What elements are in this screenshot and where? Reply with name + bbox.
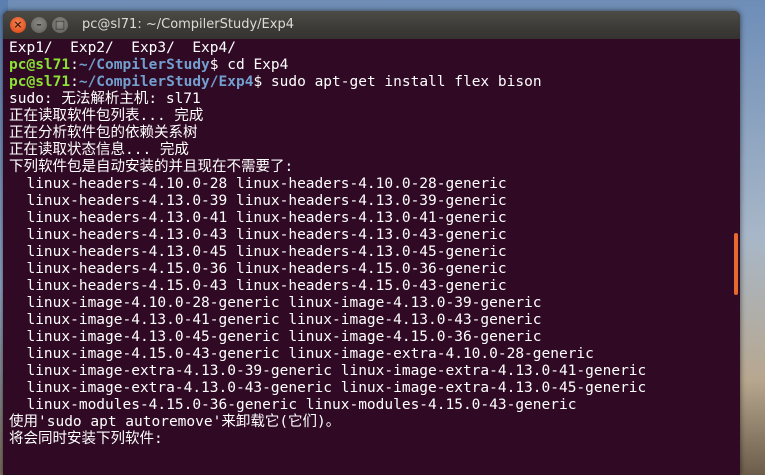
terminal-line: linux-headers-4.13.0-41 linux-headers-4.… <box>9 210 507 226</box>
prompt-user: pc@sl71 <box>9 74 71 90</box>
terminal-output[interactable]: Exp1/ Exp2/ Exp3/ Exp4/ pc@sl71:~/Compil… <box>9 40 729 475</box>
command-text: sudo apt-get install flex bison <box>270 74 542 90</box>
prompt-symbol: $ <box>209 57 228 73</box>
prompt-separator: : <box>70 74 79 90</box>
prompt-user: pc@sl71 <box>9 57 71 73</box>
window-titlebar[interactable]: × – □ pc@sl71: ~/CompilerStudy/Exp4 <box>3 11 740 39</box>
maximize-icon: □ <box>54 18 66 31</box>
terminal-line: linux-image-extra-4.13.0-43-generic linu… <box>9 380 647 396</box>
prompt-line: pc@sl71:~/CompilerStudy$ cd Exp4 <box>9 57 729 74</box>
window-title: pc@sl71: ~/CompilerStudy/Exp4 <box>82 17 294 32</box>
terminal-line: linux-image-4.13.0-41-generic linux-imag… <box>9 312 542 328</box>
minimize-button[interactable]: – <box>31 17 47 33</box>
terminal-line: linux-headers-4.13.0-45 linux-headers-4.… <box>9 244 507 260</box>
close-icon: × <box>13 18 23 31</box>
terminal-line: linux-modules-4.15.0-36-generic linux-mo… <box>9 397 577 413</box>
desktop-background-right <box>739 0 765 475</box>
terminal-line: linux-image-4.15.0-43-generic linux-imag… <box>9 346 594 362</box>
terminal-line: sudo: 无法解析主机: sl71 <box>9 91 201 107</box>
terminal-line: linux-image-extra-4.13.0-39-generic linu… <box>9 363 647 379</box>
prompt-path: ~/CompilerStudy/Exp4 <box>78 74 254 90</box>
command-text: cd Exp4 <box>227 57 289 73</box>
terminal-line: 正在读取软件包列表... 完成 <box>9 108 204 124</box>
terminal-line: linux-headers-4.10.0-28 linux-headers-4.… <box>9 176 507 192</box>
terminal-line: 使用'sudo apt autoremove'来卸载它(它们)。 <box>9 414 341 430</box>
prompt-line: pc@sl71:~/CompilerStudy/Exp4$ sudo apt-g… <box>9 74 729 91</box>
prompt-path: ~/CompilerStudy <box>78 57 210 73</box>
terminal-line: 将会同时安装下列软件: <box>9 431 163 447</box>
close-button[interactable]: × <box>10 17 26 33</box>
terminal-line: linux-headers-4.13.0-43 linux-headers-4.… <box>9 227 507 243</box>
terminal-line: linux-headers-4.15.0-43 linux-headers-4.… <box>9 278 507 294</box>
terminal-line: 正在读取状态信息... 完成 <box>9 142 189 158</box>
minimize-icon: – <box>36 18 42 31</box>
terminal-line: linux-image-4.13.0-45-generic linux-imag… <box>9 329 542 345</box>
scrollbar-thumb[interactable] <box>734 233 738 295</box>
terminal-line: 正在分析软件包的依赖关系树 <box>9 125 198 141</box>
terminal-line: 下列软件包是自动安装的并且现在不需要了: <box>9 159 294 175</box>
prompt-separator: : <box>70 57 79 73</box>
terminal-window[interactable]: × – □ pc@sl71: ~/CompilerStudy/Exp4 Exp1… <box>3 11 740 475</box>
terminal-line: linux-image-4.10.0-28-generic linux-imag… <box>9 295 542 311</box>
terminal-line: linux-headers-4.15.0-36 linux-headers-4.… <box>9 261 507 277</box>
terminal-line: Exp1/ Exp2/ Exp3/ Exp4/ <box>9 40 236 56</box>
prompt-symbol: $ <box>253 74 271 90</box>
terminal-line: linux-headers-4.13.0-39 linux-headers-4.… <box>9 193 507 209</box>
maximize-button[interactable]: □ <box>52 17 68 33</box>
